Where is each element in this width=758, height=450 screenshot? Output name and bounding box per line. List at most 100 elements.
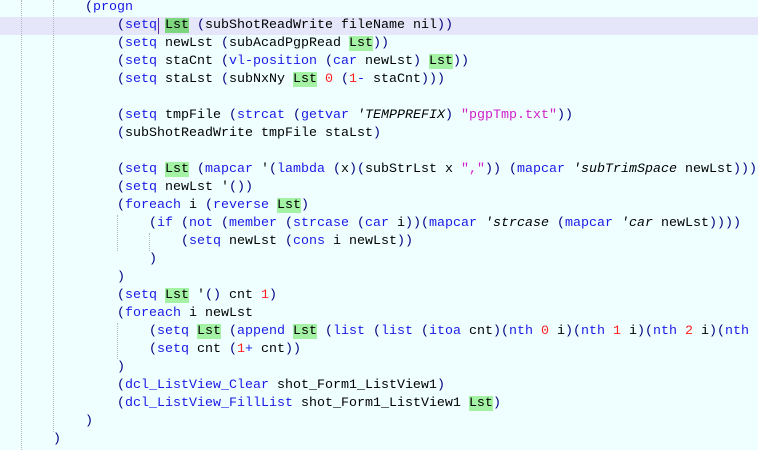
code-line[interactable]: (setq cnt (1+ cnt)) [53,341,301,359]
identifier [349,108,357,123]
paren: ( [117,162,125,177]
quoted-symbol: 'strcase [484,216,549,231]
identifier [613,216,621,231]
paren: ( [197,18,205,33]
keyword: setq [156,324,189,339]
code-line[interactable]: (progn [53,0,133,17]
keyword: progn [93,0,133,15]
keyword: not [188,216,213,231]
code-line[interactable]: (setq newLst (subAcadPgpRead Lst)) [53,35,389,53]
keyword: mapcar [516,162,565,177]
code-line[interactable]: (setq Lst (subShotReadWrite fileName nil… [53,17,453,35]
code-line[interactable]: ) [53,431,61,449]
keyword: cons [292,234,325,249]
identifier: staCnt [365,72,421,87]
identifier [53,180,117,195]
identifier [413,324,421,339]
code-line[interactable]: (setq staCnt (vl-position (car newLst) L… [53,53,469,71]
code-line[interactable]: (setq Lst '() cnt 1) [53,287,277,305]
code-line[interactable]: (foreach i (reverse Lst) [53,197,309,215]
identifier: newLst [676,162,733,177]
number-literal: 1 [236,342,245,357]
paren: ( [228,324,237,339]
code-editor[interactable]: (progn (setq Lst (subShotReadWrite fileN… [0,0,758,450]
keyword: append [236,324,285,339]
identifier [189,324,197,339]
symbol-highlight: Lst [293,72,317,87]
symbol-highlight: Lst [428,54,453,69]
identifier [157,162,165,177]
identifier [189,162,197,177]
keyword: list [380,324,413,339]
identifier [501,162,509,177]
paren: ( [372,324,381,339]
keyword: setq [125,54,157,69]
identifier: staLst [157,72,221,87]
number-literal: 0 [325,72,333,87]
code-line[interactable]: (subShotReadWrite tmpFile staLst) [53,125,381,143]
code-line[interactable]: (dcl_ListView_FillList shot_Form1_ListVi… [53,395,501,413]
identifier [53,306,117,321]
identifier: newLst [652,216,709,231]
identifier [333,72,341,87]
identifier [53,378,117,393]
code-line[interactable]: (setq newLst (cons i newLst)) [53,233,413,251]
code-line[interactable]: (setq Lst (append Lst (list (list (itoa … [53,323,758,341]
paren: )( [708,324,725,339]
paren: ( [180,234,189,249]
code-line[interactable]: (if (not (member (strcase (car i))(mapca… [53,215,741,233]
identifier: newLst [220,234,285,249]
keyword: reverse [213,198,269,213]
identifier [285,108,293,123]
paren: )) [452,54,469,69]
identifier [53,108,117,123]
paren: )) [372,36,389,51]
paren: ( [556,216,565,231]
code-line[interactable]: ) [53,359,125,377]
paren: ( [221,36,229,51]
paren: ) [372,126,381,141]
identifier [325,162,333,177]
identifier: i newLst [181,306,253,321]
paren: () [205,288,221,303]
code-line[interactable]: ) [53,269,125,287]
identifier: i [388,216,405,231]
paren: ) [412,54,421,69]
keyword: setq [125,36,157,51]
code-line[interactable]: (setq tmpFile (strcat (getvar 'TEMPPREFI… [53,107,573,125]
paren: )) [436,18,453,33]
code-line[interactable]: (foreach i newLst [53,305,253,323]
keyword: dcl_ListView_Clear [125,378,269,393]
identifier [317,324,325,339]
number-literal: 2 [684,324,693,339]
paren: ()) [228,180,253,195]
paren: ( [292,108,301,123]
paren: ( [148,342,157,357]
paren: ( [117,396,125,411]
paren: ( [117,72,125,87]
paren: ) [436,378,445,393]
paren: )( [349,162,365,177]
keyword: member [228,216,277,231]
number-literal: 1 [612,324,621,339]
number-literal: 0 [540,324,549,339]
quoted-symbol: 'car [620,216,653,231]
number-literal: 1 [261,288,269,303]
code-line[interactable]: (setq newLst '()) [53,179,253,197]
paren: )))) [708,216,741,231]
keyword: mapcar [564,216,613,231]
code-line[interactable]: (setq Lst (mapcar '(lambda (x)(subStrLst… [53,161,757,179]
identifier: shot_Form1_ListView1 [268,378,437,393]
code-line[interactable]: ) [53,413,93,431]
identifier: subNxNy [229,72,293,87]
code-line[interactable]: (dcl_ListView_Clear shot_Form1_ListView1… [53,377,445,395]
identifier [53,216,149,231]
identifier [173,216,181,231]
code-line[interactable]: (setq staLst (subNxNy Lst 0 (1- staCnt))… [53,71,445,89]
symbol-highlight: Lst [468,396,493,411]
keyword: foreach [125,306,181,321]
keyword: + [244,342,253,357]
paren: ( [324,54,333,69]
keyword: setq [125,288,157,303]
code-line[interactable]: ) [53,251,157,269]
